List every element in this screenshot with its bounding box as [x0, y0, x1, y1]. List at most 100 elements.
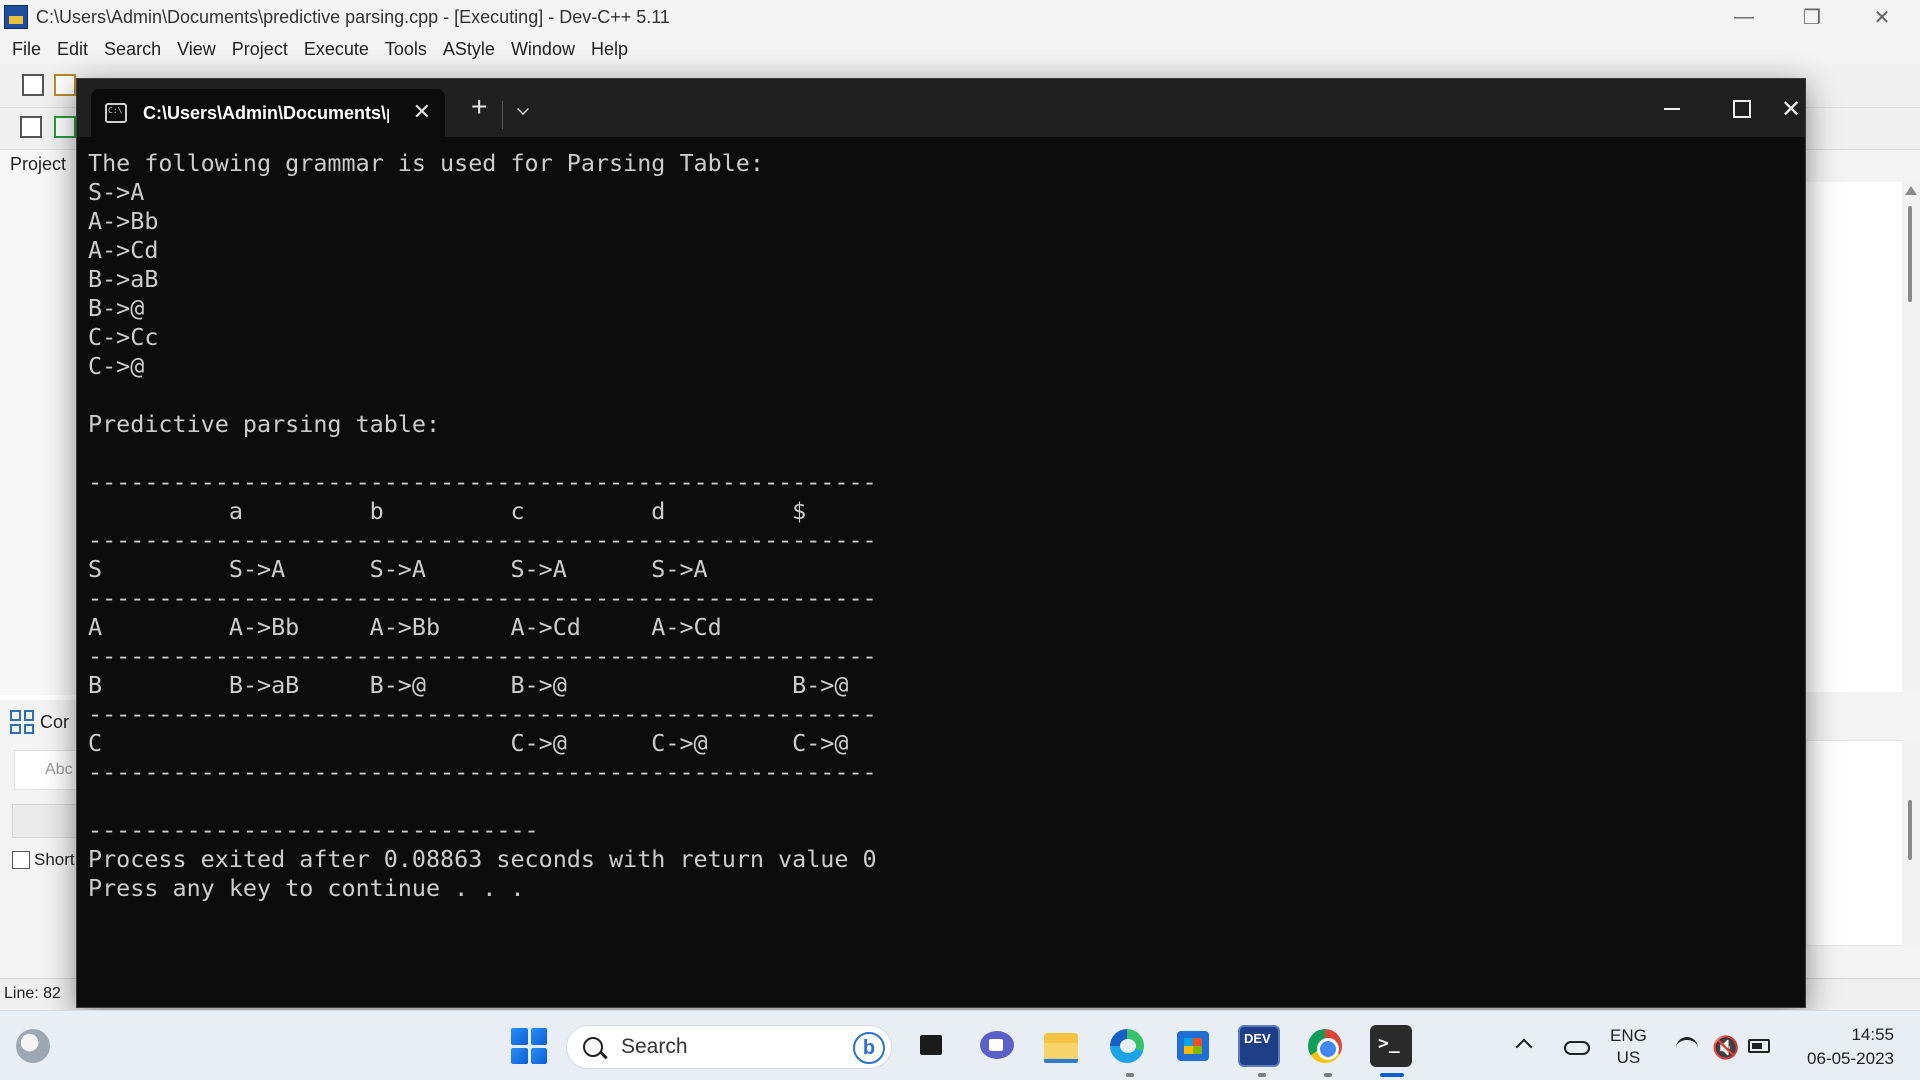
- terminal-icon-glyph: >_: [1378, 1033, 1400, 1054]
- tab-compiler[interactable]: Cor: [10, 710, 69, 734]
- taskbar: Search b DEV >_ ENG US 🔇 14:55 06-05-202…: [0, 1010, 1920, 1080]
- output-line: A->Bb: [88, 207, 159, 235]
- onedrive-icon[interactable]: [1564, 1041, 1590, 1055]
- output-line: ----------------------------------------…: [88, 584, 877, 612]
- language-code: ENG: [1610, 1026, 1647, 1045]
- log-scroll-thumb[interactable]: [1908, 800, 1912, 860]
- clock[interactable]: 14:55 06-05-2023: [1790, 1023, 1894, 1071]
- widgets-icon[interactable]: [16, 1029, 50, 1063]
- devcpp-menubar: File Edit Search View Project Execute To…: [0, 34, 1920, 64]
- volume-muted-icon[interactable]: 🔇: [1712, 1035, 1739, 1061]
- shorten-paths-checkbox[interactable]: Short: [12, 850, 75, 870]
- terminal-tab[interactable]: C:\Users\Admin\Documents\predictive pars…: [91, 89, 445, 137]
- output-line: B B->aB B->@ B->@ B->@: [88, 671, 849, 699]
- shorten-paths-label: Short: [34, 850, 75, 869]
- output-line: ----------------------------------------…: [88, 700, 877, 728]
- output-line: B->aB: [88, 265, 159, 293]
- chrome-icon[interactable]: [1304, 1025, 1346, 1067]
- output-line: Press any key to continue . . .: [88, 874, 525, 902]
- devcpp-icon[interactable]: DEV: [1238, 1025, 1280, 1067]
- devcpp-app-icon: [4, 5, 28, 29]
- scroll-up-icon[interactable]: [1905, 186, 1917, 195]
- checkbox-box[interactable]: [12, 851, 30, 869]
- output-line: --------------------------------: [88, 816, 539, 844]
- devcpp-restore-button[interactable]: ❐: [1778, 0, 1846, 34]
- compiler-output-box: [12, 804, 78, 838]
- editor-scrollbar[interactable]: [1902, 182, 1920, 692]
- compiler-options-field[interactable]: Abc: [14, 750, 78, 790]
- menu-search[interactable]: Search: [96, 39, 169, 60]
- tab-project[interactable]: Project: [10, 154, 66, 175]
- compile-log: [1806, 740, 1904, 946]
- language-indicator[interactable]: ENG US: [1610, 1025, 1647, 1069]
- menu-execute[interactable]: Execute: [296, 39, 377, 60]
- new-file-icon[interactable]: [22, 74, 44, 96]
- edge-running-indicator: [1126, 1073, 1134, 1077]
- terminal-minimize-button[interactable]: [1637, 89, 1707, 129]
- devcpp-project-panel: Project: [0, 150, 78, 695]
- clock-time: 14:55: [1851, 1025, 1894, 1044]
- chat-icon[interactable]: [976, 1025, 1018, 1067]
- wifi-icon[interactable]: [1676, 1037, 1698, 1059]
- output-line: ----------------------------------------…: [88, 526, 877, 554]
- taskbar-search[interactable]: Search b: [566, 1025, 892, 1069]
- output-line: ----------------------------------------…: [88, 758, 877, 786]
- terminal-icon[interactable]: >_: [1370, 1025, 1412, 1067]
- terminal-window[interactable]: C:\Users\Admin\Documents\predictive pars…: [76, 78, 1806, 1008]
- task-view-icon[interactable]: [912, 1025, 954, 1067]
- menu-project[interactable]: Project: [224, 39, 296, 60]
- chevron-down-icon[interactable]: [517, 103, 529, 115]
- open-file-icon[interactable]: [54, 74, 76, 96]
- battery-icon[interactable]: [1748, 1039, 1770, 1053]
- edge-icon[interactable]: [1106, 1025, 1148, 1067]
- devcpp-window-title: C:\Users\Admin\Documents\predictive pars…: [36, 6, 670, 27]
- log-scrollbar[interactable]: [1902, 740, 1920, 946]
- devcpp-minimize-button[interactable]: —: [1710, 0, 1778, 34]
- menu-tools[interactable]: Tools: [377, 39, 435, 60]
- code-editor[interactable]: [1806, 182, 1904, 692]
- output-line: A->Cd: [88, 236, 159, 264]
- menu-help[interactable]: Help: [583, 39, 636, 60]
- devcpp-close-button[interactable]: ✕: [1848, 0, 1916, 34]
- output-line: Process exited after 0.08863 seconds wit…: [88, 845, 877, 873]
- output-line: S S->A S->A S->A S->A: [88, 555, 708, 583]
- close-tab-icon[interactable]: ✕: [413, 101, 431, 123]
- search-icon: [583, 1037, 603, 1057]
- menu-edit[interactable]: Edit: [49, 39, 96, 60]
- menu-file[interactable]: File: [4, 39, 49, 60]
- output-line: A A->Bb A->Bb A->Cd A->Cd: [88, 613, 722, 641]
- clock-date: 06-05-2023: [1807, 1049, 1894, 1068]
- compiler-grid-icon: [10, 710, 34, 734]
- file-explorer-icon[interactable]: [1040, 1025, 1082, 1067]
- windows-start-icon[interactable]: [508, 1025, 550, 1067]
- add-to-project-icon[interactable]: [54, 116, 76, 138]
- devcpp-bottom-panel: Cor Abc Short: [0, 700, 78, 980]
- output-line: Predictive parsing table:: [88, 410, 441, 438]
- output-line: C->@: [88, 352, 145, 380]
- cmd-icon: [105, 103, 127, 123]
- terminal-close-button[interactable]: ✕: [1777, 89, 1805, 129]
- store-icon[interactable]: [1172, 1025, 1214, 1067]
- search-label: Search: [621, 1035, 688, 1058]
- menu-view[interactable]: View: [169, 39, 224, 60]
- tab-separator: [502, 101, 503, 129]
- chrome-running-indicator: [1324, 1073, 1332, 1077]
- menu-window[interactable]: Window: [503, 39, 583, 60]
- devcpp-icon-label: DEV: [1244, 1031, 1271, 1046]
- chevron-up-icon[interactable]: [1515, 1038, 1533, 1056]
- menu-astyle[interactable]: AStyle: [435, 39, 503, 60]
- devcpp-editor-area: [1806, 150, 1920, 980]
- scroll-thumb[interactable]: [1908, 206, 1912, 302]
- new-tab-icon[interactable]: +: [471, 93, 487, 121]
- terminal-output[interactable]: The following grammar is used for Parsin…: [88, 149, 1788, 999]
- output-line: ----------------------------------------…: [88, 468, 877, 496]
- terminal-maximize-button[interactable]: [1707, 89, 1777, 129]
- project-options-icon[interactable]: [20, 116, 42, 138]
- output-line: B->@: [88, 294, 145, 322]
- devcpp-titlebar: C:\Users\Admin\Documents\predictive pars…: [0, 0, 1920, 34]
- region-code: US: [1616, 1048, 1641, 1067]
- bing-icon[interactable]: b: [853, 1032, 885, 1064]
- terminal-tabbar: C:\Users\Admin\Documents\predictive pars…: [77, 79, 1805, 137]
